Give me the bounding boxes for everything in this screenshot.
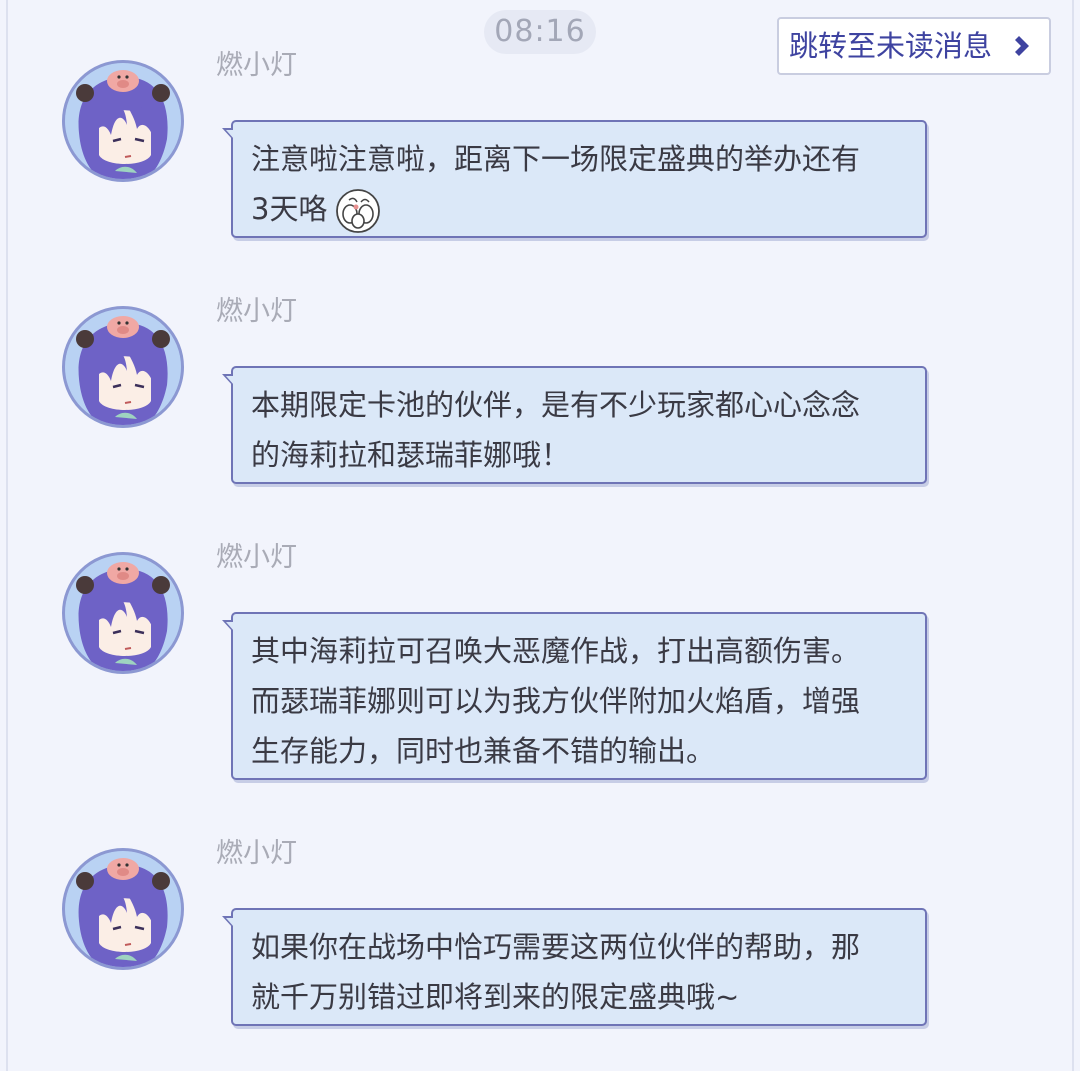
chat-window: 08:16 跳转至未读消息 燃小灯 注意啦注意啦，距离下一场限定盛典的举办还有 …	[0, 0, 1080, 1071]
message-line: 如果你在战场中恰巧需要这两位伙伴的帮助，那	[251, 930, 861, 964]
message-line-with-emoji: 3天咯	[251, 184, 907, 234]
message-bubble[interactable]: 注意啦注意啦，距离下一场限定盛典的举办还有 3天咯	[222, 120, 927, 238]
timestamp: 08:16	[484, 10, 596, 54]
egg-chick-emoji-icon	[336, 189, 381, 233]
avatar[interactable]	[62, 848, 184, 970]
message-bubble[interactable]: 其中海莉拉可召唤大恶魔作战，打出高额伤害。 而瑟瑞菲娜则可以为我方伙伴附加火焰盾…	[222, 612, 927, 780]
message-bubble[interactable]: 本期限定卡池的伙伴，是有不少玩家都心心念念 的海莉拉和瑟瑞菲娜哦！	[222, 366, 927, 484]
message-line: 就千万别错过即将到来的限定盛典哦~	[251, 980, 740, 1014]
message-line: 而瑟瑞菲娜则可以为我方伙伴附加火焰盾，增强	[251, 684, 861, 718]
jump-to-unread-button[interactable]: 跳转至未读消息	[777, 17, 1051, 75]
avatar[interactable]	[62, 306, 184, 428]
purple-hair-character-avatar	[65, 309, 181, 425]
message-bubble[interactable]: 如果你在战场中恰巧需要这两位伙伴的帮助，那 就千万别错过即将到来的限定盛典哦~	[222, 908, 927, 1026]
message-line: 3天咯	[251, 192, 328, 226]
purple-hair-character-avatar	[65, 63, 181, 179]
message-line: 生存能力，同时也兼备不错的输出。	[251, 734, 716, 768]
sender-name: 燃小灯	[216, 50, 297, 81]
sender-name: 燃小灯	[216, 838, 297, 869]
message-line: 其中海莉拉可召唤大恶魔作战，打出高额伤害。	[251, 634, 861, 668]
purple-hair-character-avatar	[65, 851, 181, 967]
avatar[interactable]	[62, 60, 184, 182]
message-line: 的海莉拉和瑟瑞菲娜哦！	[251, 438, 571, 472]
chevron-right-icon	[1015, 36, 1029, 56]
sender-name: 燃小灯	[216, 296, 297, 327]
message-line: 本期限定卡池的伙伴，是有不少玩家都心心念念	[251, 388, 861, 422]
sender-name: 燃小灯	[216, 542, 297, 573]
message-line: 注意啦注意啦，距离下一场限定盛典的举办还有	[251, 142, 861, 176]
avatar[interactable]	[62, 552, 184, 674]
jump-to-unread-label: 跳转至未读消息	[789, 29, 993, 63]
purple-hair-character-avatar	[65, 555, 181, 671]
